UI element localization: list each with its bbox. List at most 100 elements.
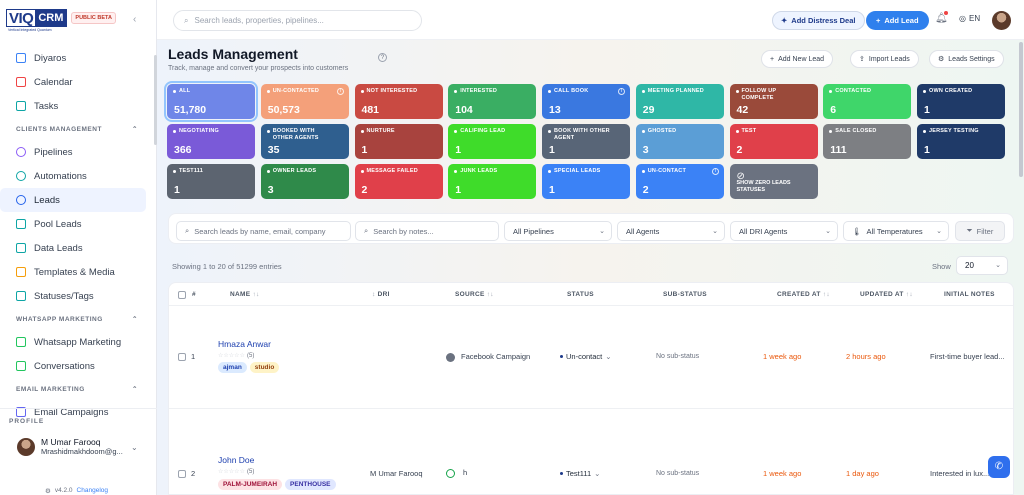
select-all-checkbox[interactable]: [178, 291, 186, 299]
brand-logo[interactable]: VIQ CRM Vertical Integrated Quantum PUBL…: [6, 9, 116, 32]
status-card-call-book[interactable]: CALL BOOK 13 i: [542, 84, 630, 119]
pipelines-select[interactable]: All Pipelines ⌄: [504, 221, 612, 241]
add-distress-deal-button[interactable]: ✦ Add Distress Deal: [772, 11, 865, 30]
status-card-special-leads[interactable]: SPECIAL LEADS 1: [542, 164, 630, 199]
header-dri[interactable]: ↕ DRI: [372, 291, 390, 298]
logo-box: VIQ CRM: [6, 9, 68, 27]
header-updated-at[interactable]: UPDATED AT ↑↓: [860, 291, 913, 298]
sidebar-item-pool-leads[interactable]: Pool Leads: [0, 212, 146, 236]
header-name[interactable]: NAME ↑↓: [230, 291, 260, 298]
changelog-link[interactable]: Changelog: [77, 487, 108, 495]
status-card-nurture[interactable]: NURTURE 1: [354, 124, 443, 159]
section-label: EMAIL MARKETING: [16, 385, 85, 393]
status-card-booked-with-other-agents[interactable]: BOOKED WITH OTHER AGENTS 35: [260, 124, 349, 159]
status-card-own-created[interactable]: OWN CREATED 1: [917, 84, 1005, 119]
chevron-down-icon: ⌄: [599, 228, 605, 235]
global-search-input[interactable]: ⌕ Search leads, properties, pipelines...: [173, 10, 422, 31]
pool-leads-icon: [16, 219, 26, 229]
help-icon[interactable]: ?: [378, 53, 387, 62]
info-icon[interactable]: i: [618, 88, 625, 95]
leads-settings-button[interactable]: ⚙ Leads Settings: [929, 50, 1004, 68]
sidebar-item-whatsapp-marketing[interactable]: Whatsapp Marketing: [0, 330, 146, 354]
section-whatsapp-marketing[interactable]: WHATSAPP MARKETING ⌃: [0, 308, 156, 330]
page-scrollbar[interactable]: [1019, 42, 1023, 177]
chevron-down-icon[interactable]: ⌄: [131, 443, 138, 452]
header-updated-label: UPDATED AT: [860, 291, 904, 298]
card-count: 51,780: [174, 104, 207, 116]
dri-agents-select[interactable]: All DRI Agents ⌄: [730, 221, 838, 241]
notification-dot: [944, 11, 948, 15]
status-card-test111[interactable]: TEST111 1: [167, 164, 255, 199]
status-card-owner-leads[interactable]: OWNER LEADS 3: [260, 164, 349, 199]
profile-card[interactable]: M Umar Farooq Mrashidmakhdoom@g...: [17, 437, 123, 456]
rating[interactable]: ☆☆☆☆☆ (5): [218, 466, 254, 475]
status-card-message-failed[interactable]: MESSAGE FAILED 2: [354, 164, 443, 199]
header-created-at[interactable]: CREATED AT ↑↓: [777, 291, 830, 298]
sidebar-item-tasks[interactable]: Tasks: [0, 94, 146, 118]
status-card-show-zero-leads-statuses[interactable]: ⊘ SHOW ZERO LEADS STATUSES: [729, 164, 818, 199]
status-select[interactable]: Un-contact ⌄: [560, 352, 612, 361]
lead-name-link[interactable]: John Doe: [218, 455, 254, 465]
status-card-un-contacted[interactable]: UN-CONTACTED 50,573 i: [260, 84, 349, 119]
row-checkbox[interactable]: [178, 353, 186, 361]
status-select[interactable]: Test111 ⌄: [560, 469, 600, 478]
initial-notes: Interested in lux...: [930, 469, 990, 478]
sidebar-item-statuses-tags[interactable]: Statuses/Tags: [0, 284, 146, 308]
search-leads-input[interactable]: ⌕ Search leads by name, email, company: [176, 221, 351, 241]
sidebar-item-diyaros[interactable]: Diyaros: [0, 46, 146, 70]
status-card-follow-up-complete[interactable]: FOLLOW UP COMPLETE 42: [729, 84, 818, 119]
status-card-test[interactable]: TEST 2: [729, 124, 818, 159]
templates-icon: [16, 267, 26, 277]
sidebar-item-templates-media[interactable]: Templates & Media: [0, 260, 146, 284]
add-lead-button[interactable]: + Add Lead: [866, 11, 929, 30]
status-card-sale-closed[interactable]: SALE CLOSED 111: [823, 124, 912, 159]
status-card-not-interested[interactable]: NOT INTERESTED 481: [354, 84, 443, 119]
user-avatar[interactable]: [992, 11, 1011, 30]
data-leads-icon: [16, 243, 26, 253]
filter-button[interactable]: ⏷ Filter: [955, 221, 1005, 241]
status-card-contacted[interactable]: CONTACTED 6: [823, 84, 912, 119]
sidebar-item-leads[interactable]: Leads: [0, 188, 146, 212]
header-source[interactable]: SOURCE ↑↓: [455, 291, 494, 298]
sidebar-item-data-leads[interactable]: Data Leads: [0, 236, 146, 260]
phone-icon: ✆: [994, 461, 1004, 472]
sidebar: VIQ CRM Vertical Integrated Quantum PUBL…: [0, 0, 157, 495]
status-card-all[interactable]: ALL 51,780: [164, 81, 258, 122]
add-new-lead-button[interactable]: + Add New Lead: [761, 50, 834, 68]
chevron-down-icon: ⌄: [594, 469, 601, 478]
status-card-jersey-testing[interactable]: JERSEY TESTING 1: [917, 124, 1005, 159]
rating[interactable]: ☆☆☆☆☆ (5): [218, 350, 254, 359]
card-label: SHOW ZERO LEADS STATUSES: [736, 180, 791, 193]
temperatures-select[interactable]: 🌡︎ All Temperatures ⌄: [843, 221, 949, 241]
star-rating-icon: ☆☆☆☆☆: [218, 469, 245, 475]
page-size-select[interactable]: 20 ⌄: [956, 256, 1008, 275]
info-icon[interactable]: i: [336, 88, 344, 95]
status-card-junk-leads[interactable]: JUNK LEADS 1: [448, 164, 537, 199]
agents-select[interactable]: All Agents ⌄: [617, 221, 725, 241]
status-card-negotiating[interactable]: NEGOTIATING 366: [167, 124, 255, 159]
status-card-interested[interactable]: INTERESTED 104: [448, 84, 537, 119]
status-card-ghosted[interactable]: GHOSTED 3: [635, 124, 724, 159]
status-card-califing-lead[interactable]: CALIFING LEAD 1: [448, 124, 537, 159]
sidebar-item-automations[interactable]: Automations: [0, 164, 146, 188]
section-email-marketing[interactable]: EMAIL MARKETING ⌃: [0, 378, 156, 400]
sidebar-item-calendar[interactable]: Calendar: [0, 70, 146, 94]
sidebar-item-pipelines[interactable]: Pipelines: [0, 140, 146, 164]
section-clients-management[interactable]: CLIENTS MANAGEMENT ⌃: [0, 118, 156, 140]
row-checkbox[interactable]: [178, 470, 186, 478]
card-count: 2: [642, 184, 649, 196]
status-card-meeting-planned[interactable]: MEETING PLANNED 29: [635, 84, 724, 119]
status-card-book-with-other-agent[interactable]: BOOK WITH OTHER AGENT 1: [542, 124, 630, 159]
chevron-down-icon: ⌄: [995, 262, 1001, 269]
search-notes-input[interactable]: ⌕ Search by notes...: [355, 221, 499, 241]
import-leads-button[interactable]: ⇪ Import Leads: [850, 50, 919, 68]
collapse-sidebar-icon[interactable]: ‹: [133, 14, 136, 25]
phone-call-button[interactable]: ✆: [988, 456, 1010, 478]
profile-name: M Umar Farooq: [41, 437, 101, 447]
card-label: BOOK WITH OTHER AGENT: [548, 128, 616, 142]
info-icon[interactable]: i: [711, 168, 719, 175]
sidebar-item-conversations[interactable]: Conversations: [0, 354, 146, 378]
lead-name-link[interactable]: Hmaza Anwar: [218, 339, 271, 349]
language-selector[interactable]: ◎ EN: [959, 14, 980, 23]
status-card-un-contact[interactable]: UN-CONTACT 2 i: [635, 164, 724, 199]
